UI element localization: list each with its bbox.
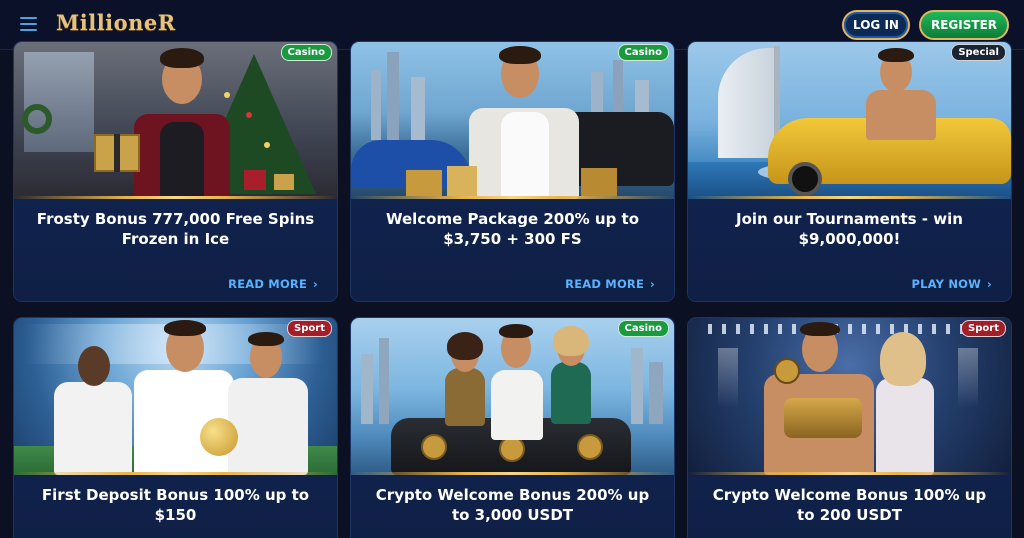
promo-image-supercars: Casino [351, 42, 674, 199]
promo-card-crypto-welcome[interactable]: Casino Crypto Welcome Bonus 200% up to 3… [351, 318, 674, 538]
gold-divider [351, 196, 674, 199]
promo-title: Frosty Bonus 777,000 Free Spins Frozen i… [36, 210, 315, 248]
promo-image-christmas: Casino [14, 42, 337, 199]
category-badge: Sport [961, 320, 1006, 337]
site-logo[interactable]: MillioneR [56, 10, 176, 35]
promo-card-welcome-package[interactable]: Casino Welcome Package 200% up to $3,750… [351, 42, 674, 301]
play-now-link[interactable]: PLAY NOW › [911, 277, 992, 291]
link-label: READ MORE [228, 277, 308, 291]
promo-card-frosty-bonus[interactable]: Casino Frosty Bonus 777,000 Free Spins F… [14, 42, 337, 301]
promo-title: Welcome Package 200% up to $3,750 + 300 … [385, 210, 640, 248]
gold-divider [14, 472, 337, 475]
category-badge: Special [951, 44, 1006, 61]
promo-image-fighter: Sport [688, 318, 1011, 475]
link-label: PLAY NOW [911, 277, 982, 291]
promo-image-dubai-car: Special [688, 42, 1011, 199]
promo-card-crypto-sport[interactable]: Sport Crypto Welcome Bonus 100% up to 20… [688, 318, 1011, 538]
promo-image-crypto-car: Casino [351, 318, 674, 475]
register-button[interactable]: REGISTER [919, 10, 1009, 40]
category-badge: Casino [280, 44, 332, 61]
promo-title: Join our Tournaments - win $9,000,000! [736, 210, 963, 248]
link-label: READ MORE [565, 277, 645, 291]
gold-divider [688, 472, 1011, 475]
chevron-right-icon: › [987, 277, 992, 291]
promo-card-first-deposit[interactable]: Sport First Deposit Bonus 100% up to $15… [14, 318, 337, 538]
read-more-link[interactable]: READ MORE › [565, 277, 655, 291]
gold-divider [688, 196, 1011, 199]
category-badge: Casino [617, 320, 669, 337]
gold-divider [351, 472, 674, 475]
promo-title: Crypto Welcome Bonus 200% up to 3,000 US… [375, 486, 650, 524]
login-button[interactable]: LOG IN [842, 10, 910, 40]
chevron-right-icon: › [650, 277, 655, 291]
category-badge: Sport [287, 320, 332, 337]
hamburger-menu-icon[interactable] [20, 17, 37, 31]
promo-title: First Deposit Bonus 100% up to $150 [41, 486, 310, 524]
category-badge: Casino [617, 44, 669, 61]
chevron-right-icon: › [313, 277, 318, 291]
read-more-link[interactable]: READ MORE › [228, 277, 318, 291]
promo-image-football: Sport [14, 318, 337, 475]
promo-title: Crypto Welcome Bonus 100% up to 200 USDT [712, 486, 987, 524]
gold-divider [14, 196, 337, 199]
promo-card-tournaments[interactable]: Special Join our Tournaments - win $9,00… [688, 42, 1011, 301]
